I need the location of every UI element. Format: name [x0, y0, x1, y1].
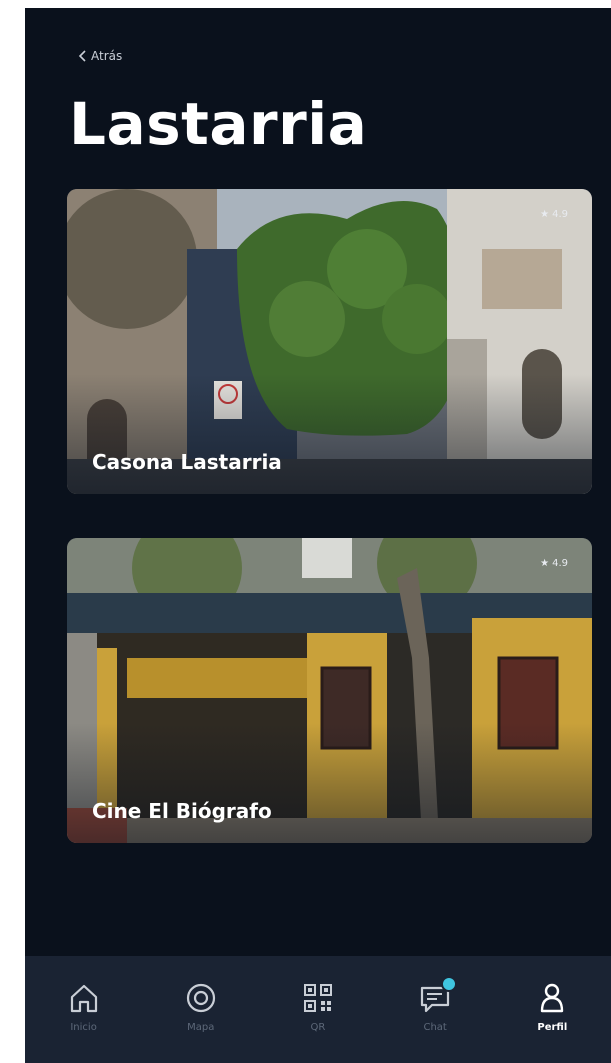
- back-label: Atrás: [91, 49, 123, 63]
- qr-code-icon: [303, 984, 332, 1012]
- rating-badge: ★ 4.9: [540, 209, 568, 220]
- profile-icon: [541, 983, 564, 1013]
- notification-badge: [441, 976, 458, 992]
- page-title: Lastarria: [69, 90, 368, 158]
- app-screen: Atrás Lastarria ★ 4.9 Casona Lastarria ★…: [25, 8, 611, 1063]
- tab-chat[interactable]: Chat: [385, 956, 485, 1033]
- tab-mapa[interactable]: Mapa: [151, 956, 251, 1033]
- target-icon: [186, 983, 215, 1013]
- place-name: Casona Lastarria: [92, 450, 282, 474]
- card-gradient: [67, 723, 592, 843]
- tab-qr[interactable]: QR: [268, 956, 368, 1033]
- tab-inicio[interactable]: Inicio: [34, 956, 134, 1033]
- chevron-left-icon: [78, 50, 86, 62]
- bottom-tab-bar: Inicio Mapa QR Chat Perfil: [25, 956, 611, 1063]
- place-card[interactable]: ★ 4.9 Casona Lastarria: [67, 189, 592, 494]
- place-name: Cine El Biógrafo: [92, 799, 272, 823]
- star-icon: ★: [540, 209, 550, 220]
- star-icon: ★: [540, 558, 550, 569]
- tab-perfil[interactable]: Perfil: [502, 956, 602, 1033]
- back-button[interactable]: Atrás: [78, 49, 122, 63]
- place-card[interactable]: ★ 4.9 Cine El Biógrafo: [67, 538, 592, 843]
- home-icon: [70, 984, 97, 1013]
- card-gradient: [67, 374, 592, 494]
- rating-badge: ★ 4.9: [540, 558, 568, 569]
